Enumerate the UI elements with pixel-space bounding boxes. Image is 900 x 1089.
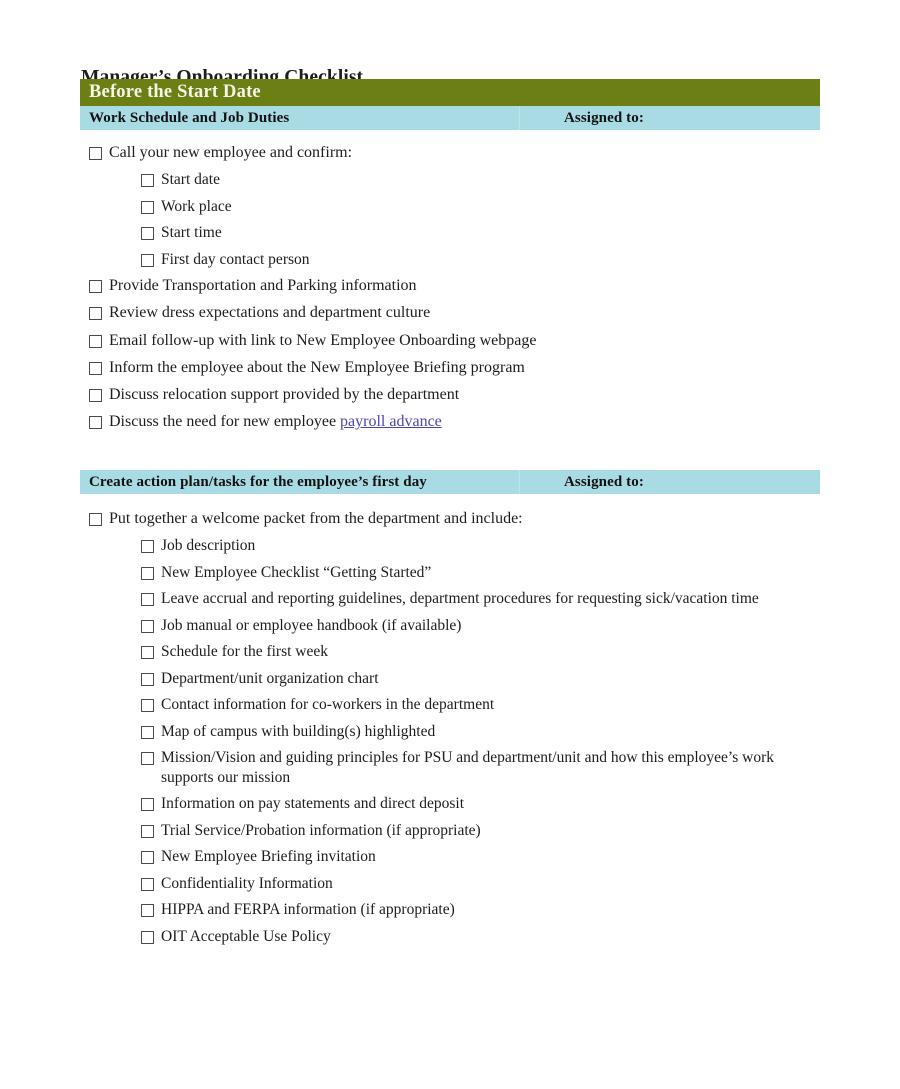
checklist-item[interactable]: Mission/Vision and guiding principles fo… <box>0 748 900 787</box>
checklist-item-label: Contact information for co-workers in th… <box>161 696 495 714</box>
checklist-item[interactable]: Job description <box>0 536 900 556</box>
checklist-item[interactable]: New Employee Checklist “Getting Started” <box>0 563 900 583</box>
checkbox-icon[interactable] <box>141 672 154 686</box>
payroll-advance-link[interactable]: payroll advance <box>340 413 442 430</box>
checklist-page: Manager’s Onboarding Checklist Before th… <box>0 0 900 1089</box>
checklist-item-label: New Employee Checklist “Getting Started” <box>161 563 432 581</box>
checkbox-icon[interactable] <box>141 646 154 660</box>
checklist-item-label: Start date <box>161 171 220 189</box>
checklist-item-label: Put together a welcome packet from the d… <box>109 510 523 527</box>
checklist-item[interactable]: Discuss the need for new employee payrol… <box>0 412 900 432</box>
checklist-item[interactable]: Call your new employee and confirm: <box>0 143 900 163</box>
checkbox-icon[interactable] <box>89 416 102 429</box>
section-banner-label: Before the Start Date <box>89 82 261 102</box>
subsection-header-work-schedule-and-job-duties: Work Schedule and Job Duties Assigned to… <box>80 106 820 130</box>
checklist-item-label: Work place <box>161 197 232 215</box>
checkbox-icon[interactable] <box>141 930 154 944</box>
checklist-item[interactable]: Start time <box>0 223 900 243</box>
checklist-item-label: HIPPA and FERPA information (if appropri… <box>161 901 455 919</box>
checklist-item[interactable]: First day contact person <box>0 250 900 270</box>
checklist-section-work-schedule-and-job-duties: Call your new employee and confirm: Start… <box>0 143 900 439</box>
checklist-item[interactable]: Job manual or employee handbook (if avai… <box>0 616 900 636</box>
checklist-item-label: Call your new employee and confirm: <box>109 144 353 161</box>
checkbox-icon[interactable] <box>89 361 102 375</box>
checkbox-icon[interactable] <box>141 725 154 739</box>
checkbox-icon[interactable] <box>141 200 154 214</box>
checklist-item-label: Map of campus with building(s) highlight… <box>161 722 436 740</box>
checklist-item[interactable]: Schedule for the first week <box>0 642 900 662</box>
checklist-item-label: Provide Transportation and Parking infor… <box>109 277 417 295</box>
checklist-item-label: New Employee Briefing invitation <box>161 848 376 866</box>
assigned-to-cell: Assigned to: <box>520 106 644 130</box>
checklist-item[interactable]: Discuss relocation support provided by t… <box>0 385 900 405</box>
checkbox-icon[interactable] <box>141 253 154 267</box>
checkbox-icon[interactable] <box>141 227 154 241</box>
checklist-item-label: Schedule for the first week <box>161 643 328 661</box>
checkbox-icon[interactable] <box>141 540 154 554</box>
checklist-item[interactable]: Email follow-up with link to New Employe… <box>0 331 900 351</box>
checklist-item[interactable]: Leave accrual and reporting guidelines, … <box>0 589 900 609</box>
checkbox-icon[interactable] <box>141 593 154 607</box>
subsection-title-cell: Work Schedule and Job Duties <box>80 106 520 130</box>
checklist-item-label: Confidentiality Information <box>161 874 333 892</box>
checklist-item-label: First day contact person <box>161 250 310 268</box>
checklist-item[interactable]: Trial Service/Probation information (if … <box>0 821 900 841</box>
checklist-item[interactable]: Start date <box>0 170 900 190</box>
checklist-item-label: Department/unit organization chart <box>161 669 379 687</box>
checklist-item[interactable]: Department/unit organization chart <box>0 669 900 689</box>
checklist-item[interactable]: Review dress expectations and department… <box>0 303 900 323</box>
checklist-item[interactable]: Provide Transportation and Parking infor… <box>0 276 900 296</box>
checklist-item[interactable]: New Employee Briefing invitation <box>0 847 900 867</box>
checklist-item-label: Discuss relocation support provided by t… <box>109 385 460 403</box>
checkbox-icon[interactable] <box>141 851 154 865</box>
checkbox-icon[interactable] <box>89 307 102 321</box>
assigned-to-cell: Assigned to: <box>520 470 644 494</box>
checklist-item-label: Leave accrual and reporting guidelines, … <box>161 590 759 608</box>
assigned-to-label: Assigned to: <box>564 473 644 490</box>
checkbox-icon[interactable] <box>89 513 102 526</box>
subsection-header-create-action-plan: Create action plan/tasks for the employe… <box>80 470 820 494</box>
checkbox-icon[interactable] <box>141 566 154 580</box>
checkbox-icon[interactable] <box>89 388 102 402</box>
checklist-item-label: Start time <box>161 224 222 242</box>
checkbox-icon[interactable] <box>141 904 154 918</box>
checklist-item-label: Discuss the need for new employee payrol… <box>109 413 442 430</box>
assigned-to-label: Assigned to: <box>564 109 644 126</box>
subsection-title: Work Schedule and Job Duties <box>89 109 290 126</box>
checkbox-icon[interactable] <box>89 147 102 160</box>
checklist-item-label: Email follow-up with link to New Employe… <box>109 331 537 349</box>
checkbox-icon[interactable] <box>141 174 154 188</box>
checklist-item-label: OIT Acceptable Use Policy <box>161 927 331 945</box>
checklist-item[interactable]: Map of campus with building(s) highlight… <box>0 722 900 742</box>
checklist-item-label: Job manual or employee handbook (if avai… <box>161 616 462 634</box>
checklist-item[interactable]: HIPPA and FERPA information (if appropri… <box>0 900 900 920</box>
checkbox-icon[interactable] <box>89 280 102 294</box>
checkbox-icon[interactable] <box>141 824 154 838</box>
checkbox-icon[interactable] <box>89 334 102 348</box>
checklist-item[interactable]: Work place <box>0 197 900 217</box>
checklist-section-create-action-plan: Put together a welcome packet from the d… <box>0 509 900 953</box>
checklist-item-label: Job description <box>161 537 256 555</box>
checklist-item[interactable]: Confidentiality Information <box>0 874 900 894</box>
checkbox-icon[interactable] <box>141 798 154 812</box>
checklist-item-label: Mission/Vision and guiding principles fo… <box>161 749 774 786</box>
checklist-item[interactable]: Inform the employee about the New Employ… <box>0 358 900 378</box>
subsection-title: Create action plan/tasks for the employe… <box>89 473 427 490</box>
checklist-item[interactable]: OIT Acceptable Use Policy <box>0 927 900 947</box>
checklist-item[interactable]: Put together a welcome packet from the d… <box>0 509 900 529</box>
checkbox-icon[interactable] <box>141 877 154 891</box>
checkbox-icon[interactable] <box>141 699 154 713</box>
checklist-item-label: Information on pay statements and direct… <box>161 795 465 813</box>
checklist-item[interactable]: Information on pay statements and direct… <box>0 794 900 814</box>
subsection-title-cell: Create action plan/tasks for the employe… <box>80 470 520 494</box>
checkbox-icon[interactable] <box>141 619 154 633</box>
checklist-item-label: Inform the employee about the New Employ… <box>109 358 525 376</box>
checkbox-icon[interactable] <box>141 752 154 766</box>
checklist-item-label: Review dress expectations and department… <box>109 304 431 322</box>
checklist-item[interactable]: Contact information for co-workers in th… <box>0 695 900 715</box>
checklist-item-label: Trial Service/Probation information (if … <box>161 821 481 839</box>
section-banner-before-the-start-date: Before the Start Date <box>80 79 820 106</box>
